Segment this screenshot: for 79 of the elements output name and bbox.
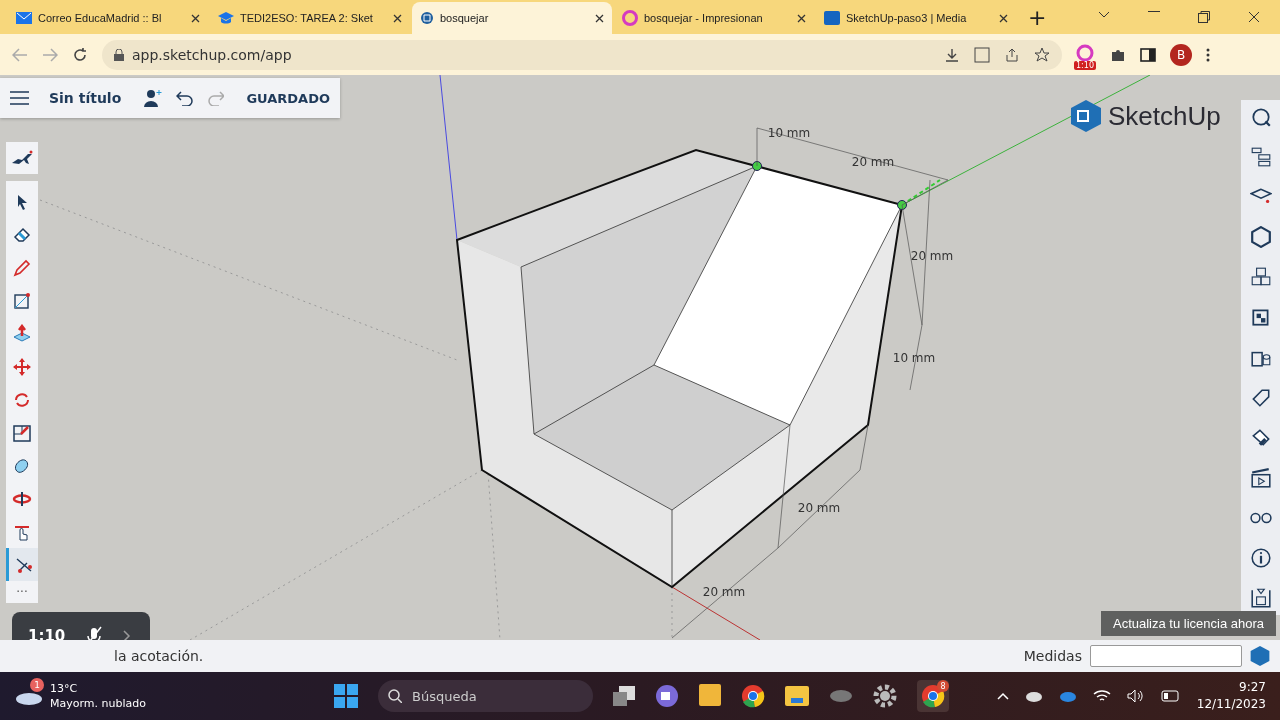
logo-text: SketchUp — [1108, 100, 1221, 132]
search-icon — [388, 689, 402, 703]
ring-icon — [1076, 43, 1094, 62]
status-text: la acotación. — [114, 648, 204, 664]
gear-icon[interactable] — [873, 684, 897, 708]
move-arrows-icon — [12, 356, 32, 377]
cloud-icon[interactable] — [1024, 690, 1043, 702]
new-tab-button[interactable]: + — [1028, 4, 1047, 30]
tool-button[interactable] — [6, 548, 38, 581]
info-icon[interactable] — [1249, 546, 1272, 569]
windows-start-icon[interactable] — [334, 684, 358, 708]
browser-tab[interactable]: TEDI2ESO: TAREA 2: Sket — [210, 2, 410, 34]
dimension-label: 10 mm — [767, 126, 811, 140]
instructor-button[interactable] — [6, 142, 38, 174]
browser-tab[interactable]: bosquejar — [412, 2, 612, 34]
task-view-icon[interactable] — [613, 686, 635, 706]
chrome-icon[interactable] — [741, 684, 765, 708]
mail-icon — [16, 12, 32, 24]
dimension-label: 20 mm — [797, 501, 841, 515]
folder-icon[interactable] — [785, 686, 809, 706]
address-bar[interactable]: app.sketchup.com/app — [102, 39, 1062, 70]
search-field[interactable]: Búsqueda — [378, 680, 593, 712]
browser-tab[interactable]: SketchUp-paso3 | Media — [816, 2, 1016, 34]
share-icon[interactable] — [1004, 46, 1020, 63]
dimension-label: 20 mm — [910, 249, 954, 263]
browser-tab[interactable]: Correo EducaMadrid :: Bl — [8, 2, 208, 34]
running-figure-icon — [10, 149, 34, 167]
clock[interactable]: 9:27 12/11/2023 — [1196, 679, 1266, 713]
battery-icon[interactable] — [1160, 690, 1181, 702]
license-banner[interactable]: Actualiza tu licencia ahora — [1100, 611, 1276, 636]
restore-icon[interactable] — [1198, 11, 1210, 23]
close-icon[interactable] — [1248, 11, 1260, 23]
weather-badge: 1 — [30, 678, 44, 692]
chrome-icon — [921, 684, 945, 708]
cube-logo-icon — [1070, 99, 1102, 133]
cube-logo-icon — [1250, 645, 1270, 667]
push-pull-icon — [12, 323, 32, 344]
more-options-icon[interactable] — [1206, 46, 1210, 63]
chevron-down-icon[interactable] — [1098, 11, 1110, 19]
chevron-up-icon[interactable] — [996, 692, 1009, 700]
menu-icon[interactable] — [10, 91, 29, 105]
measurements-label: Medidas — [1023, 648, 1082, 664]
model-title[interactable]: Sin título — [48, 90, 122, 106]
close-icon[interactable] — [393, 13, 402, 23]
dimension-label: 20 mm — [702, 585, 746, 599]
chrome-taskbar-button[interactable]: 8 — [917, 680, 949, 712]
ring-icon — [622, 10, 638, 26]
close-icon[interactable] — [595, 13, 604, 23]
temperature: 13°C — [50, 681, 79, 696]
pencil-icon — [12, 257, 32, 278]
lock-icon — [114, 48, 124, 61]
speaker-icon[interactable] — [1126, 689, 1145, 703]
more-tools-button[interactable]: ··· — [16, 581, 28, 603]
cube-download-icon[interactable] — [1249, 586, 1272, 609]
save-status: GUARDADO — [246, 90, 330, 106]
browser-tab[interactable]: bosquejar - Impresionan — [614, 2, 814, 34]
add-person-icon[interactable] — [143, 89, 163, 107]
undo-icon[interactable] — [176, 90, 194, 106]
side-panel-icon[interactable] — [1140, 47, 1156, 62]
measurements-field[interactable] — [1090, 645, 1242, 667]
scale-icon — [12, 422, 32, 443]
notification-badge: 8 — [937, 680, 949, 692]
reload-icon[interactable] — [72, 46, 88, 63]
wifi-icon[interactable] — [1092, 689, 1111, 703]
search-cube-icon[interactable] — [1249, 106, 1272, 128]
profile-avatar[interactable]: B — [1170, 43, 1192, 66]
rectangle-icon — [12, 290, 32, 311]
close-icon[interactable] — [797, 13, 806, 23]
star-icon[interactable] — [1034, 46, 1050, 63]
dimension-label: 20 mm — [851, 155, 895, 169]
close-icon[interactable] — [999, 13, 1008, 23]
chevron-right-icon[interactable] — [123, 630, 132, 640]
outliner-icon[interactable] — [1249, 146, 1272, 169]
minimize-icon[interactable] — [1148, 11, 1160, 13]
close-icon[interactable] — [191, 13, 200, 23]
dimension-label: 10 mm — [892, 351, 936, 365]
cube-logo-icon — [420, 11, 434, 25]
weather-description: Mayorm. nublado — [50, 696, 146, 711]
download-icon[interactable] — [944, 46, 960, 63]
